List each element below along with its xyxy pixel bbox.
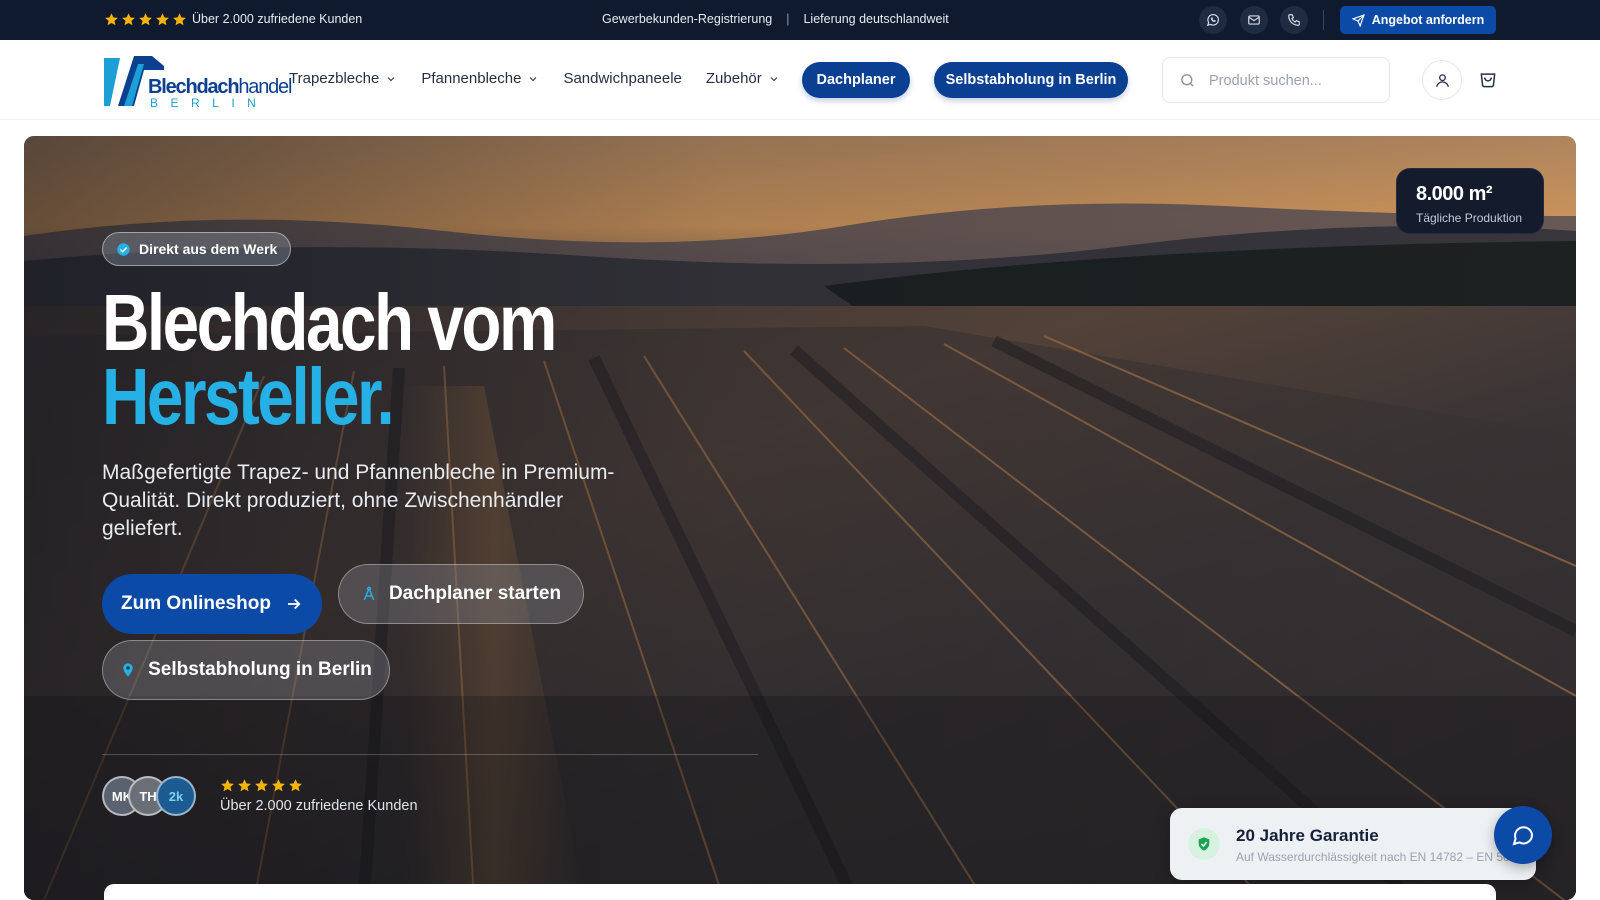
pickup-berlin-button[interactable]: Selbstabholung in Berlin [102,640,390,700]
nav-label: Sandwichpaneele [563,70,682,87]
headline-line-2: Hersteller. [102,352,395,441]
business-registration-link[interactable]: Gewerbekunden-Registrierung [602,12,772,26]
chat-bubble-icon [1512,826,1534,846]
start-planner-label: Dachplaner starten [388,583,562,604]
nav-label: Zubehör [705,70,762,87]
start-planner-button[interactable]: Dachplaner starten [338,564,584,624]
send-icon [1351,13,1365,27]
main-nav: Trapezbleche Pfannenbleche Sandwichpanee… [289,70,804,87]
nav-sandwichpaneele[interactable]: Sandwichpaneele [563,70,681,87]
star-icon [238,779,251,792]
account-button[interactable] [1422,60,1462,100]
hero-headline: Blechdach vom Hersteller. [102,283,557,441]
hero-lead-text: Maßgefertigte Trapez- und Pfannenbleche … [102,461,615,540]
compass-icon [363,586,375,601]
logo-city: BERLIN [150,96,269,110]
nav-trapezbleche[interactable]: Trapezbleche [289,70,397,87]
proof-text: Über 2.000 zufriedene Kunden [220,798,418,814]
topbar-separator: | [786,12,790,26]
guarantee-subtitle: Auf Wasserdurchlässigkeit nach EN 14782 … [1236,850,1521,864]
rating-stars [104,12,187,27]
cart-button[interactable] [1474,66,1502,94]
chevron-down-icon [530,76,537,81]
topbar-divider [1323,10,1324,30]
search-icon [1181,74,1194,87]
search-input[interactable] [1209,70,1379,92]
customer-avatars: MK TH 2k [102,776,202,816]
shield-check-icon [1188,828,1220,860]
factory-direct-label: Direkt aus dem Werk [139,241,278,257]
phone-icon [1288,14,1300,26]
proof-rating-stars [220,778,303,793]
star-icon [122,13,135,26]
onlineshop-label: Zum Onlineshop [121,593,271,614]
nav-zubehoer[interactable]: Zubehör [706,70,780,87]
star-icon [221,779,234,792]
topbar-rating-text: Über 2.000 zufriedene Kunden [192,12,363,26]
production-stat-card: 8.000 m² Tägliche Produktion [1396,168,1544,234]
star-icon [272,779,285,792]
product-search [1162,57,1390,103]
star-icon [139,13,152,26]
star-icon [156,13,169,26]
location-pin-icon [123,663,133,677]
hero-divider [102,754,758,755]
star-icon [255,779,268,792]
chat-button[interactable] [1494,806,1552,864]
nav-pfannenbleche[interactable]: Pfannenbleche [421,70,539,87]
dachplaner-pill-button[interactable]: Dachplaner [802,62,910,98]
mail-icon [1248,15,1260,25]
delivery-info-link[interactable]: Lieferung deutschlandweit [803,12,948,26]
content-card-edge [104,884,1496,900]
top-bar: Über 2.000 zufriedene Kunden Gewerbekund… [0,0,1600,40]
topbar-links: Gewerbekunden-Registrierung | Lieferung … [602,12,949,26]
chevron-down-icon [770,76,778,81]
whatsapp-icon [1206,13,1219,27]
request-offer-label: Angebot anfordern [1371,13,1485,27]
guarantee-title: 20 Jahre Garantie [1236,826,1379,845]
nav-label: Trapezbleche [289,70,380,87]
pickup-berlin-label: Selbstabholung in Berlin [148,659,372,680]
stat-value: 8.000 m² [1416,183,1493,205]
user-icon [1435,73,1449,87]
star-icon [173,13,186,26]
request-offer-button[interactable]: Angebot anfordern [1340,6,1496,34]
guarantee-card: 20 Jahre Garantie Auf Wasserdurchlässigk… [1170,808,1536,880]
star-icon [105,13,118,26]
stat-label: Tägliche Produktion [1416,211,1523,225]
nav-label: Pfannenbleche [421,70,522,87]
hero-section: Direkt aus dem Werk Blechdach vom Herste… [24,136,1576,900]
avatar-count: 2k [156,776,196,816]
factory-direct-badge: Direkt aus dem Werk [102,232,292,266]
selbstabholung-pill-button[interactable]: Selbstabholung in Berlin [934,62,1128,98]
phone-button[interactable] [1280,6,1308,34]
onlineshop-button[interactable]: Zum Onlineshop [102,574,322,634]
star-icon [289,779,302,792]
mail-button[interactable] [1240,6,1268,34]
check-badge-icon [117,242,130,256]
arrow-right-icon [287,598,301,610]
cart-icon [1480,73,1496,88]
chevron-down-icon [387,76,395,81]
whatsapp-button[interactable] [1199,6,1227,34]
